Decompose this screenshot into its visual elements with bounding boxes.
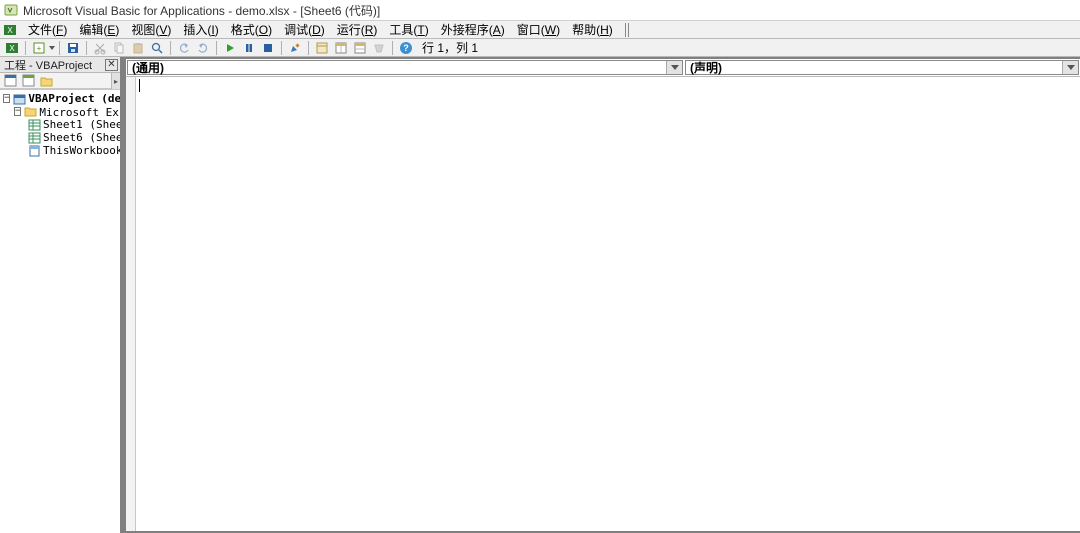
worksheet-icon [27,119,41,131]
folder-open-icon [23,106,37,118]
run-icon[interactable] [221,40,239,56]
menu-addins[interactable]: 外接程序(A) [435,20,511,39]
procedure-combo-value: (声明) [686,59,722,76]
menu-bar: X 文件(F) 编辑(E) 视图(V) 插入(I) 格式(O) 调试(D) 运行… [0,21,1080,39]
tree-item-label: Sheet1 (Sheet1) [43,118,120,131]
menu-format[interactable]: 格式(O) [225,20,278,39]
reset-icon[interactable] [259,40,277,56]
properties-window-icon[interactable] [332,40,350,56]
svg-text:?: ? [403,43,409,53]
menu-run[interactable]: 运行(R) [331,20,384,39]
toggle-folders-icon[interactable] [39,74,53,88]
chevron-down-icon[interactable] [1062,61,1078,74]
view-excel-icon[interactable]: X [3,40,21,56]
toolbar-separator [25,41,26,55]
menu-tools[interactable]: 工具(T) [383,20,434,39]
menu-help[interactable]: 帮助(H) [566,20,619,39]
workbook-icon [27,145,41,157]
svg-text:X: X [7,26,13,35]
project-explorer-panel: 工程 - VBAProject ✕ ▸ − VBAProject (demo.x… [0,57,120,533]
insert-dropdown-icon[interactable] [49,45,55,51]
undo-icon[interactable] [175,40,193,56]
svg-text:+: + [37,44,42,53]
tree-item-label: Sheet6 (Sheet2) [43,131,120,144]
find-icon[interactable] [148,40,166,56]
chevron-down-icon[interactable] [666,61,682,74]
toolbar-separator [281,41,282,55]
design-mode-icon[interactable] [286,40,304,56]
tree-item-label: ThisWorkbook [43,144,120,157]
code-editor[interactable] [126,77,1080,531]
procedure-combo[interactable]: (声明) [685,60,1079,75]
standard-toolbar: X + ? 行 1，列 1 [0,39,1080,57]
project-panel-toolbar: ▸ [0,73,120,89]
project-panel-titlebar[interactable]: 工程 - VBAProject ✕ [0,57,120,73]
excel-app-icon: X [2,23,18,37]
cut-icon[interactable] [91,40,109,56]
vba-app-icon [4,3,18,17]
menu-window[interactable]: 窗口(W) [511,20,566,39]
paste-icon[interactable] [129,40,147,56]
code-margin [126,77,136,531]
text-caret [139,79,140,92]
tree-folder[interactable]: − Microsoft Excel 对象 [0,105,120,118]
menu-debug[interactable]: 调试(D) [278,20,331,39]
menu-edit[interactable]: 编辑(E) [73,20,125,39]
help-icon[interactable]: ? [397,40,415,56]
toolbar-separator [170,41,171,55]
view-code-icon[interactable] [3,74,17,88]
code-window: (通用) (声明) [124,57,1080,533]
main-body: 工程 - VBAProject ✕ ▸ − VBAProject (demo.x… [0,57,1080,533]
save-icon[interactable] [64,40,82,56]
project-panel-close-button[interactable]: ✕ [105,59,118,71]
toolbar-separator [392,41,393,55]
worksheet-icon [27,132,41,144]
project-explorer-icon[interactable] [313,40,331,56]
menu-view[interactable]: 视图(V) [125,20,177,39]
cursor-position-status: 行 1，列 1 [422,39,478,56]
svg-text:X: X [9,44,15,53]
toolbar-separator [216,41,217,55]
copy-icon[interactable] [110,40,128,56]
object-browser-icon[interactable] [351,40,369,56]
tree-item-sheet6[interactable]: Sheet6 (Sheet2) [0,131,120,144]
code-window-header: (通用) (声明) [126,59,1080,77]
menu-insert[interactable]: 插入(I) [177,20,224,39]
tree-item-sheet1[interactable]: Sheet1 (Sheet1) [0,118,120,131]
project-tree[interactable]: − VBAProject (demo.xlsx) − Microsoft Exc… [0,89,120,533]
code-window-container: (通用) (声明) [124,57,1080,533]
collapse-icon[interactable]: − [14,107,21,116]
view-object-icon[interactable] [21,74,35,88]
project-icon [12,93,26,105]
toolbox-icon[interactable] [370,40,388,56]
title-bar: Microsoft Visual Basic for Applications … [0,0,1080,21]
menu-file[interactable]: 文件(F) [22,20,73,39]
break-icon[interactable] [240,40,258,56]
collapse-icon[interactable]: − [3,94,10,103]
insert-module-icon[interactable]: + [30,40,48,56]
object-combo-value: (通用) [128,59,164,76]
menubar-grip [625,23,631,37]
redo-icon[interactable] [194,40,212,56]
toolbar-separator [59,41,60,55]
object-combo[interactable]: (通用) [127,60,683,75]
panel-toolbar-scroll-right[interactable]: ▸ [111,73,120,89]
project-panel-title: 工程 - VBAProject [4,57,92,73]
toolbar-separator [308,41,309,55]
window-title: Microsoft Visual Basic for Applications … [23,2,380,19]
tree-item-thisworkbook[interactable]: ThisWorkbook [0,144,120,157]
toolbar-separator [86,41,87,55]
